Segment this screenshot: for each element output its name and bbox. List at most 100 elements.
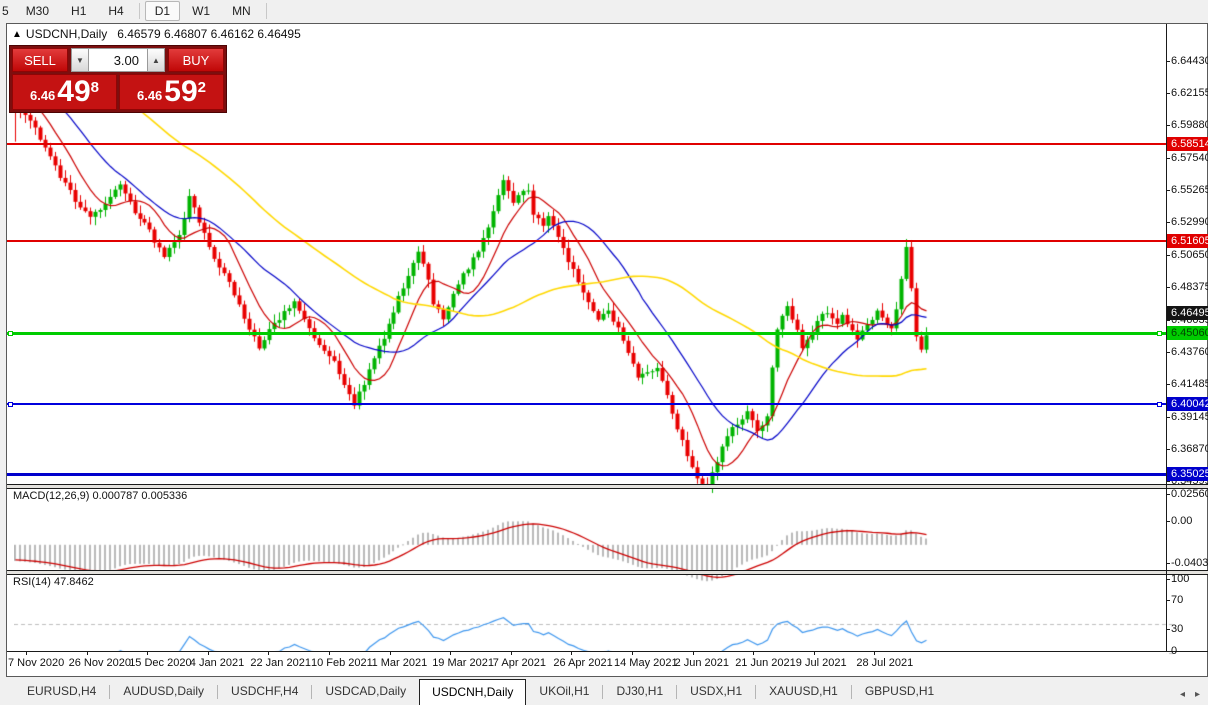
date-tick-mark xyxy=(874,652,875,655)
axis-tick-mark xyxy=(1166,352,1170,353)
level-endpoint-marker[interactable] xyxy=(8,331,13,336)
date-axis[interactable]: 7 Nov 202026 Nov 202015 Dec 20204 Jan 20… xyxy=(7,652,1166,675)
chart-marker-icon: ▲ xyxy=(12,29,22,40)
date-tick-mark xyxy=(450,652,451,655)
volume-increase-icon[interactable]: ▲ xyxy=(147,48,165,72)
chart-tab-audusd[interactable]: AUDUSD,Daily xyxy=(110,679,217,705)
price-level-line[interactable] xyxy=(7,403,1166,405)
rsi-label: RSI(14) 47.8462 xyxy=(13,576,94,588)
date-tick-mark xyxy=(390,652,391,655)
price-axis-tick: 6.62155 xyxy=(1171,87,1208,100)
buy-price-small: 6.46 xyxy=(137,86,162,106)
toolbar-separator xyxy=(139,3,140,19)
price-level-line[interactable] xyxy=(7,332,1166,335)
chart-tab-dj30[interactable]: DJ30,H1 xyxy=(603,679,676,705)
buy-button[interactable]: BUY xyxy=(168,48,224,72)
tab-scroll-left-icon[interactable]: ◂ xyxy=(1180,689,1185,700)
buy-price-sup: 2 xyxy=(198,82,206,94)
volume-decrease-icon[interactable]: ▼ xyxy=(71,48,89,72)
date-tick-label: 14 May 2021 xyxy=(614,657,678,669)
date-tick-label: 2 Jun 2021 xyxy=(675,657,729,669)
chart-tab-eurusd[interactable]: EURUSD,H4 xyxy=(14,679,109,705)
rsi-axis-tick: 100 xyxy=(1171,573,1208,586)
macd-axis-tick: 0.025609 xyxy=(1171,488,1208,501)
buy-price-display[interactable]: 6.46 59 2 xyxy=(119,74,224,110)
date-tick-label: 10 Feb 2021 xyxy=(311,657,373,669)
date-tick-mark xyxy=(268,652,269,655)
rsi-axis-tick: 30 xyxy=(1171,623,1208,636)
price-axis-tick: 6.48375 xyxy=(1171,281,1208,294)
price-level-label: 6.40042 xyxy=(1167,397,1208,411)
price-level-line[interactable] xyxy=(7,143,1166,145)
chart-ohlc-values: 6.46579 6.46807 6.46162 6.46495 xyxy=(117,27,301,41)
price-axis-tick: 6.36870 xyxy=(1171,443,1208,456)
date-tick-mark xyxy=(511,652,512,655)
chart-tab-usdcnh[interactable]: USDCNH,Daily xyxy=(419,679,526,705)
price-chart-canvas[interactable] xyxy=(14,48,1174,675)
pane-divider xyxy=(7,574,1208,575)
one-click-trading-panel: SELL ▼ 3.00 ▲ BUY 6.46 49 8 6.46 59 2 xyxy=(9,45,227,113)
timeframe-button-d1[interactable]: D1 xyxy=(145,1,180,21)
sell-price-small: 6.46 xyxy=(30,86,55,106)
tab-scroll-right-icon[interactable]: ▸ xyxy=(1195,689,1200,700)
price-level-line[interactable] xyxy=(7,240,1166,242)
timeframe-button-m30[interactable]: M30 xyxy=(16,1,59,21)
date-tick-label: 21 Jun 2021 xyxy=(735,657,796,669)
price-axis-tick: 6.64430 xyxy=(1171,55,1208,68)
axis-tick-mark xyxy=(1166,579,1170,580)
symbol-tab-bar: EURUSD,H4AUDUSD,DailyUSDCHF,H4USDCAD,Dai… xyxy=(0,678,1208,705)
chart-tab-usdchf[interactable]: USDCHF,H4 xyxy=(218,679,311,705)
axis-tick-mark xyxy=(1166,600,1170,601)
level-endpoint-marker[interactable] xyxy=(1157,331,1162,336)
date-tick-mark xyxy=(814,652,815,655)
date-tick-label: 1 Mar 2021 xyxy=(372,657,428,669)
price-level-line[interactable] xyxy=(7,473,1166,476)
timeframe-button-mn[interactable]: MN xyxy=(222,1,261,21)
current-price-label: 6.46495 xyxy=(1167,306,1208,320)
chart-tab-usdcad[interactable]: USDCAD,Daily xyxy=(312,679,419,705)
level-endpoint-marker[interactable] xyxy=(1157,402,1162,407)
level-endpoint-marker[interactable] xyxy=(8,402,13,407)
axis-tick-mark xyxy=(1166,125,1170,126)
chart-window: ▲ USDCNH,Daily 6.46579 6.46807 6.46162 6… xyxy=(6,23,1208,677)
chart-tab-xauusd[interactable]: XAUUSD,H1 xyxy=(756,679,851,705)
buy-price-big: 59 xyxy=(164,78,197,106)
date-tick-mark xyxy=(693,652,694,655)
chart-tab-ukoil[interactable]: UKOil,H1 xyxy=(526,679,602,705)
timeframe-button-h1[interactable]: H1 xyxy=(61,1,96,21)
axis-tick-mark xyxy=(1166,93,1170,94)
volume-spinner: ▼ 3.00 ▲ xyxy=(71,48,165,72)
price-axis-tick: 6.55265 xyxy=(1171,184,1208,197)
rsi-axis-tick: 0 xyxy=(1171,645,1208,658)
price-axis-tick: 6.41485 xyxy=(1171,378,1208,391)
axis-tick-mark xyxy=(1166,449,1170,450)
sell-price-sup: 8 xyxy=(91,82,99,94)
pane-divider xyxy=(7,488,1208,489)
sell-price-display[interactable]: 6.46 49 8 xyxy=(12,74,117,110)
date-tick-label: 15 Dec 2020 xyxy=(129,657,191,669)
date-tick-label: 9 Jul 2021 xyxy=(796,657,847,669)
axis-tick-mark xyxy=(1166,61,1170,62)
price-level-label: 6.58514 xyxy=(1167,137,1208,151)
timeframe-button-w1[interactable]: W1 xyxy=(182,1,220,21)
date-tick-label: 19 Mar 2021 xyxy=(432,657,494,669)
axis-tick-mark xyxy=(1166,190,1170,191)
volume-value[interactable]: 3.00 xyxy=(89,48,147,72)
chart-symbol-label: USDCNH,Daily xyxy=(26,27,107,41)
date-tick-label: 7 Apr 2021 xyxy=(493,657,546,669)
chart-tab-gbpusd[interactable]: GBPUSD,H1 xyxy=(852,679,947,705)
sell-button[interactable]: SELL xyxy=(12,48,68,72)
sell-price-big: 49 xyxy=(57,78,90,106)
date-tick-mark xyxy=(571,652,572,655)
macd-axis-tick: -0.04038 xyxy=(1171,557,1208,570)
price-axis-tick: 6.59880 xyxy=(1171,119,1208,132)
date-tick-mark xyxy=(753,652,754,655)
timeframe-button-h4[interactable]: H4 xyxy=(98,1,133,21)
timeframe-button-5[interactable]: 5 xyxy=(1,1,14,21)
date-tick-label: 22 Jan 2021 xyxy=(250,657,311,669)
chart-tab-usdx[interactable]: USDX,H1 xyxy=(677,679,755,705)
date-tick-label: 7 Nov 2020 xyxy=(8,657,64,669)
date-tick-label: 26 Apr 2021 xyxy=(553,657,612,669)
axis-tick-mark xyxy=(1166,417,1170,418)
price-axis-tick: 6.57540 xyxy=(1171,152,1208,165)
